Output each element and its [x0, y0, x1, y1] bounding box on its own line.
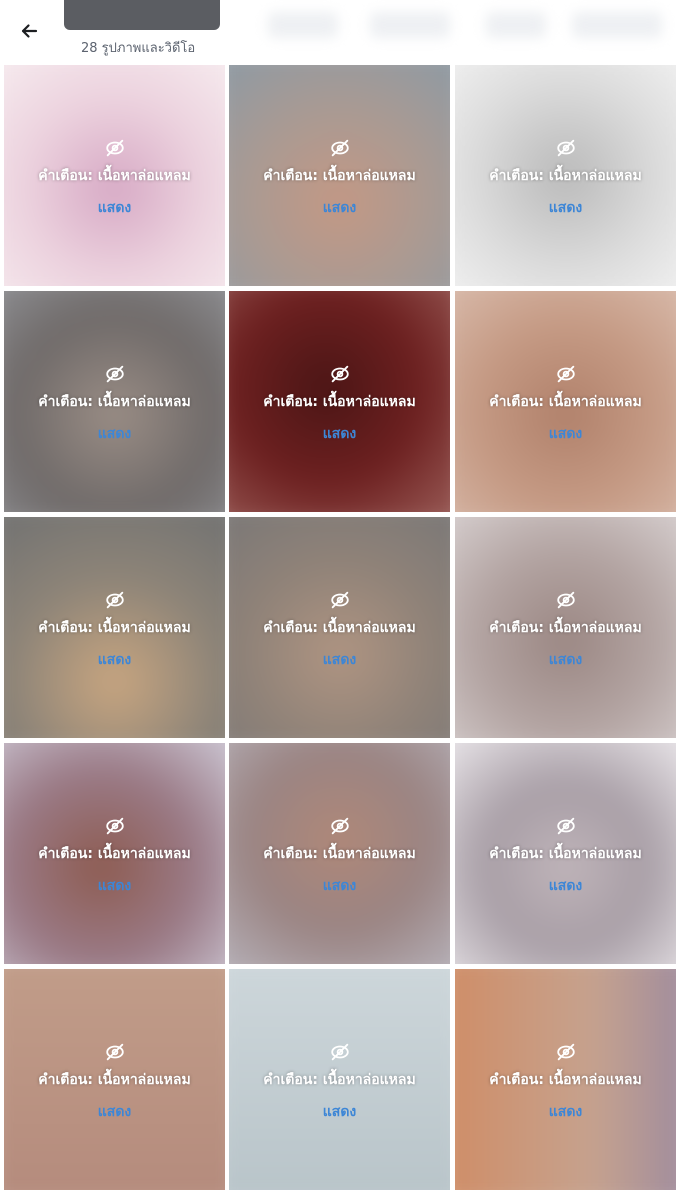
sensitive-content-overlay: คำเตือน: เนื้อหาล่อแหลมแสดง: [229, 1041, 450, 1123]
eye-slash-icon: [329, 1041, 351, 1063]
sensitive-content-overlay: คำเตือน: เนื้อหาล่อแหลมแสดง: [229, 815, 450, 897]
media-tile[interactable]: คำเตือน: เนื้อหาล่อแหลมแสดง: [229, 969, 450, 1190]
sensitive-warning-text: คำเตือน: เนื้อหาล่อแหลม: [263, 620, 416, 636]
sensitive-warning-text: คำเตือน: เนื้อหาล่อแหลม: [38, 394, 191, 410]
media-tile[interactable]: คำเตือน: เนื้อหาล่อแหลมแสดง: [229, 291, 450, 512]
show-content-link[interactable]: แสดง: [98, 197, 132, 219]
top-bar: 28 รูปภาพและวิดีโอ: [0, 0, 678, 62]
show-content-link[interactable]: แสดง: [549, 649, 583, 671]
sensitive-warning-text: คำเตือน: เนื้อหาล่อแหลม: [489, 1072, 642, 1088]
show-content-link[interactable]: แสดง: [549, 1101, 583, 1123]
sensitive-warning-text: คำเตือน: เนื้อหาล่อแหลม: [489, 168, 642, 184]
media-tile[interactable]: คำเตือน: เนื้อหาล่อแหลมแสดง: [229, 517, 450, 738]
sensitive-content-overlay: คำเตือน: เนื้อหาล่อแหลมแสดง: [455, 1041, 676, 1123]
show-content-link[interactable]: แสดง: [98, 649, 132, 671]
media-tile[interactable]: คำเตือน: เนื้อหาล่อแหลมแสดง: [229, 65, 450, 286]
media-count-subtitle: 28 รูปภาพและวิดีโอ: [81, 41, 196, 56]
redacted-album-title: [64, 0, 220, 30]
blurred-header-item: [486, 12, 546, 38]
sensitive-content-overlay: คำเตือน: เนื้อหาล่อแหลมแสดง: [455, 815, 676, 897]
sensitive-content-overlay: คำเตือน: เนื้อหาล่อแหลมแสดง: [229, 363, 450, 445]
media-tile[interactable]: คำเตือน: เนื้อหาล่อแหลมแสดง: [4, 517, 225, 738]
sensitive-content-overlay: คำเตือน: เนื้อหาล่อแหลมแสดง: [4, 815, 225, 897]
back-button[interactable]: [12, 14, 46, 48]
show-content-link[interactable]: แสดง: [323, 875, 357, 897]
sensitive-warning-text: คำเตือน: เนื้อหาล่อแหลม: [489, 846, 642, 862]
media-tile[interactable]: คำเตือน: เนื้อหาล่อแหลมแสดง: [4, 291, 225, 512]
eye-slash-icon: [104, 815, 126, 837]
media-tile[interactable]: คำเตือน: เนื้อหาล่อแหลมแสดง: [229, 743, 450, 964]
show-content-link[interactable]: แสดง: [323, 1101, 357, 1123]
show-content-link[interactable]: แสดง: [323, 197, 357, 219]
eye-slash-icon: [104, 589, 126, 611]
show-content-link[interactable]: แสดง: [98, 875, 132, 897]
sensitive-content-overlay: คำเตือน: เนื้อหาล่อแหลมแสดง: [4, 137, 225, 219]
eye-slash-icon: [329, 363, 351, 385]
eye-slash-icon: [104, 363, 126, 385]
media-tile[interactable]: คำเตือน: เนื้อหาล่อแหลมแสดง: [4, 65, 225, 286]
sensitive-warning-text: คำเตือน: เนื้อหาล่อแหลม: [38, 1072, 191, 1088]
show-content-link[interactable]: แสดง: [323, 423, 357, 445]
sensitive-content-overlay: คำเตือน: เนื้อหาล่อแหลมแสดง: [4, 363, 225, 445]
sensitive-warning-text: คำเตือน: เนื้อหาล่อแหลม: [263, 168, 416, 184]
show-content-link[interactable]: แสดง: [549, 423, 583, 445]
sensitive-warning-text: คำเตือน: เนื้อหาล่อแหลม: [489, 620, 642, 636]
show-content-link[interactable]: แสดง: [98, 1101, 132, 1123]
sensitive-warning-text: คำเตือน: เนื้อหาล่อแหลม: [38, 846, 191, 862]
eye-slash-icon: [555, 589, 577, 611]
media-tile[interactable]: คำเตือน: เนื้อหาล่อแหลมแสดง: [455, 291, 676, 512]
eye-slash-icon: [329, 137, 351, 159]
sensitive-warning-text: คำเตือน: เนื้อหาล่อแหลม: [38, 168, 191, 184]
eye-slash-icon: [555, 363, 577, 385]
media-tile[interactable]: คำเตือน: เนื้อหาล่อแหลมแสดง: [455, 969, 676, 1190]
sensitive-content-overlay: คำเตือน: เนื้อหาล่อแหลมแสดง: [229, 137, 450, 219]
sensitive-warning-text: คำเตือน: เนื้อหาล่อแหลม: [263, 1072, 416, 1088]
media-tile[interactable]: คำเตือน: เนื้อหาล่อแหลมแสดง: [455, 65, 676, 286]
blurred-header-item: [268, 12, 338, 38]
eye-slash-icon: [329, 589, 351, 611]
eye-slash-icon: [329, 815, 351, 837]
show-content-link[interactable]: แสดง: [98, 423, 132, 445]
sensitive-content-overlay: คำเตือน: เนื้อหาล่อแหลมแสดง: [455, 137, 676, 219]
eye-slash-icon: [555, 1041, 577, 1063]
sensitive-warning-text: คำเตือน: เนื้อหาล่อแหลม: [38, 620, 191, 636]
show-content-link[interactable]: แสดง: [323, 649, 357, 671]
media-tile[interactable]: คำเตือน: เนื้อหาล่อแหลมแสดง: [4, 743, 225, 964]
eye-slash-icon: [104, 1041, 126, 1063]
sensitive-content-overlay: คำเตือน: เนื้อหาล่อแหลมแสดง: [455, 589, 676, 671]
arrow-left-icon: [21, 24, 38, 38]
media-tile[interactable]: คำเตือน: เนื้อหาล่อแหลมแสดง: [455, 743, 676, 964]
sensitive-content-overlay: คำเตือน: เนื้อหาล่อแหลมแสดง: [229, 589, 450, 671]
media-tile[interactable]: คำเตือน: เนื้อหาล่อแหลมแสดง: [4, 969, 225, 1190]
eye-slash-icon: [104, 137, 126, 159]
sensitive-content-overlay: คำเตือน: เนื้อหาล่อแหลมแสดง: [4, 1041, 225, 1123]
eye-slash-icon: [555, 815, 577, 837]
show-content-link[interactable]: แสดง: [549, 875, 583, 897]
eye-slash-icon: [555, 137, 577, 159]
blurred-header-item: [370, 12, 450, 38]
sensitive-warning-text: คำเตือน: เนื้อหาล่อแหลม: [263, 394, 416, 410]
blurred-header-item: [572, 12, 662, 38]
media-tile[interactable]: คำเตือน: เนื้อหาล่อแหลมแสดง: [455, 517, 676, 738]
show-content-link[interactable]: แสดง: [549, 197, 583, 219]
sensitive-warning-text: คำเตือน: เนื้อหาล่อแหลม: [489, 394, 642, 410]
sensitive-warning-text: คำเตือน: เนื้อหาล่อแหลม: [263, 846, 416, 862]
sensitive-content-overlay: คำเตือน: เนื้อหาล่อแหลมแสดง: [455, 363, 676, 445]
sensitive-content-overlay: คำเตือน: เนื้อหาล่อแหลมแสดง: [4, 589, 225, 671]
